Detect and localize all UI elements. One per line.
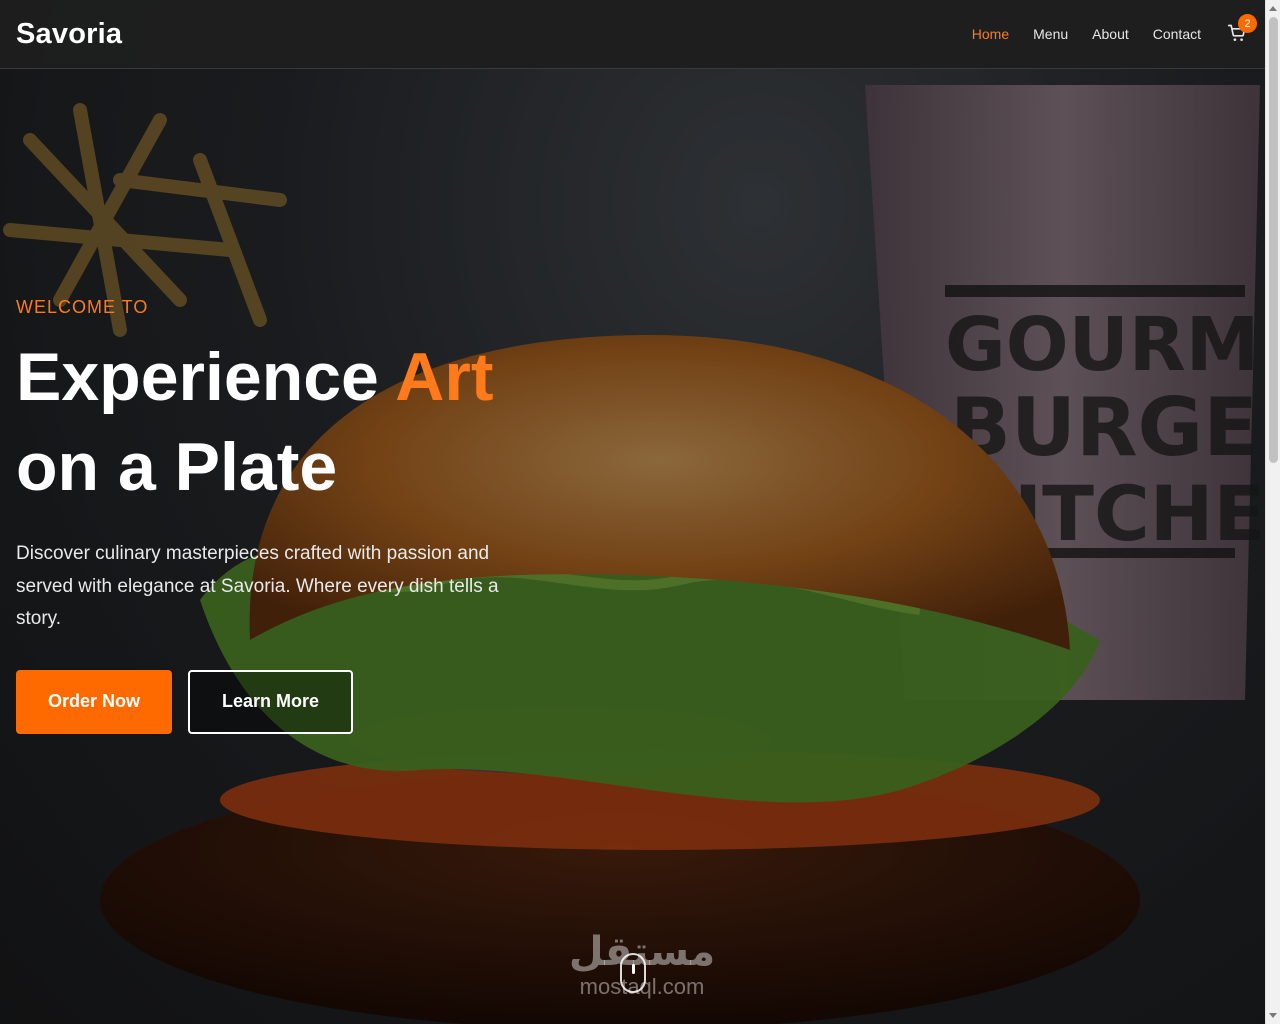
nav-link-contact[interactable]: Contact [1153, 26, 1201, 42]
scrollbar[interactable] [1265, 0, 1280, 1024]
cart-count-badge: 2 [1238, 14, 1257, 33]
brand-logo[interactable]: Savoria [16, 18, 122, 51]
nav-link-home[interactable]: Home [972, 26, 1009, 42]
mouse-wheel [632, 964, 635, 974]
headline-part1: Experience [16, 339, 396, 415]
nav-links: Home Menu About Contact 2 [948, 14, 1257, 45]
hero-description: Discover culinary masterpieces crafted w… [16, 543, 499, 629]
headline-part2: on a Plate [16, 429, 338, 505]
scroll-up-arrow-icon[interactable] [1269, 6, 1277, 11]
scroll-down-arrow-icon[interactable] [1269, 1013, 1277, 1018]
hero-headline: Experience Art on a Plate [16, 332, 576, 512]
mouse-scroll-icon[interactable] [620, 953, 646, 993]
navbar: Savoria Home Menu About Contact 2 [0, 0, 1265, 69]
nav-link-menu[interactable]: Menu [1033, 26, 1068, 42]
cart-button[interactable]: 2 [1227, 14, 1257, 45]
hero-actions: Order Now Learn More [16, 669, 576, 734]
learn-more-button[interactable]: Learn More [188, 669, 353, 734]
hero-content: WELCOME TO Experience Art on a Plate Dis… [16, 297, 576, 734]
scrollbar-thumb[interactable] [1269, 17, 1278, 463]
order-now-button[interactable]: Order Now [16, 669, 172, 734]
nav-link-about[interactable]: About [1092, 26, 1129, 42]
headline-accent: Art [395, 339, 494, 415]
hero-eyebrow: WELCOME TO [16, 297, 149, 317]
